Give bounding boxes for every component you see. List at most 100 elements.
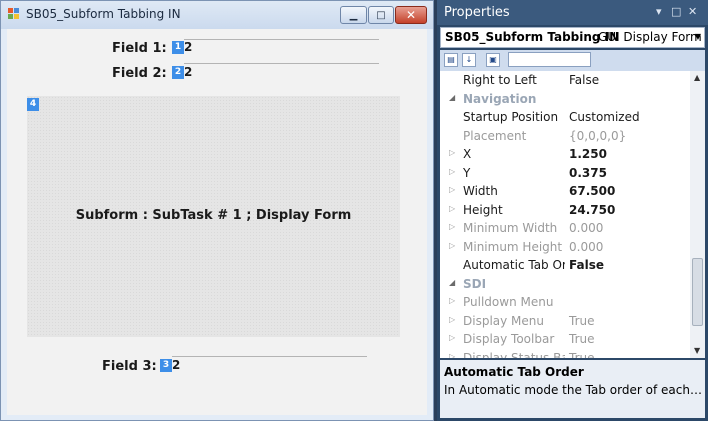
description-panel: Automatic Tab Order In Automatic mode th… [440, 360, 705, 418]
property-row[interactable]: Placement {0,0,0,0} [440, 127, 705, 146]
property-value[interactable]: 1.250 [569, 147, 607, 161]
property-name: Startup Position [463, 110, 559, 124]
scroll-down-icon[interactable]: ▼ [694, 346, 700, 355]
property-value[interactable]: False [569, 73, 599, 87]
property-value[interactable]: Customized [569, 110, 640, 124]
property-name: Right to Left [463, 73, 537, 87]
property-row[interactable]: ▷ Minimum Width 0.000 [440, 219, 705, 238]
maximize-icon: □ [376, 9, 386, 21]
pane-restore-icon[interactable]: □ [671, 5, 681, 18]
field-3-tab-order-badge[interactable]: 3 [160, 359, 172, 372]
property-value[interactable]: 0.000 [569, 240, 603, 254]
expand-icon[interactable]: ▷ [449, 333, 455, 342]
categorized-view-icon[interactable]: ▤ [444, 53, 458, 67]
expand-icon[interactable]: ▷ [449, 204, 455, 213]
property-value[interactable]: True [569, 351, 595, 359]
scroll-up-icon[interactable]: ▲ [694, 73, 700, 82]
property-row[interactable]: ▷ X 1.250 [440, 145, 705, 164]
expand-icon[interactable]: ▷ [449, 222, 455, 231]
property-grid: Right to Left False ◢ Navigation Startup Pos… [440, 71, 705, 358]
properties-pane: Properties ▾ □ ✕ SB05_Subform Tabbing IN… [437, 0, 708, 421]
field-1-tab-order-badge[interactable]: 1 [172, 41, 184, 54]
property-name: Navigation [463, 91, 537, 106]
property-value[interactable]: 24.750 [569, 203, 615, 217]
description-title: Automatic Tab Order [444, 365, 584, 379]
form-title-bar[interactable]: SB05_Subform Tabbing IN ▁ □ ✕ [1, 1, 433, 29]
property-name: Y [463, 165, 471, 180]
property-name: Display Status Bar [463, 350, 565, 359]
field-2-underline [184, 63, 379, 64]
field-3-label: Field 3: [102, 359, 157, 374]
expand-icon[interactable]: ▷ [449, 167, 455, 176]
property-row[interactable]: ▷ Display Menu True [440, 312, 705, 331]
property-name: SDI [463, 276, 487, 291]
property-category[interactable]: ◢ Navigation [440, 90, 705, 109]
property-name: Automatic Tab Ord [463, 258, 565, 272]
chevron-down-icon: ▼ [694, 32, 701, 41]
field-2-input[interactable]: 2 [184, 65, 192, 79]
expand-icon[interactable]: ▷ [449, 148, 455, 157]
field-3-input[interactable]: 2 [172, 358, 180, 372]
property-name: Placement [463, 128, 527, 143]
object-selector-dropdown[interactable]: SB05_Subform Tabbing IN GUI Display Form… [440, 27, 705, 48]
minimize-icon: ▁ [349, 9, 358, 21]
property-name: Minimum Width [463, 221, 558, 235]
property-name: Minimum Height [463, 239, 563, 254]
property-pages-icon[interactable]: ▣ [486, 53, 500, 67]
field-1-input[interactable]: 2 [184, 40, 192, 54]
expand-icon[interactable]: ▷ [449, 241, 455, 250]
property-row[interactable]: ▷ Y 0.375 [440, 164, 705, 183]
property-name: X [463, 147, 472, 161]
close-button[interactable]: ✕ [395, 6, 427, 24]
property-row[interactable]: ▷ Width 67.500 [440, 182, 705, 201]
subform-area[interactable]: 4 Subform : SubTask # 1 ; Display Form [27, 96, 400, 337]
expand-icon[interactable]: ▷ [449, 296, 455, 305]
property-name: Height [463, 202, 503, 217]
property-row[interactable]: ▷ Display Toolbar True [440, 330, 705, 349]
field-1-underline [184, 39, 379, 40]
scroll-thumb[interactable] [692, 258, 703, 326]
property-value[interactable]: False [569, 258, 604, 272]
alphabetical-view-icon[interactable]: ↓ [462, 53, 476, 67]
field-3-underline [172, 356, 367, 357]
property-value[interactable]: True [569, 314, 595, 328]
selected-object-name: SB05_Subform Tabbing IN [445, 30, 620, 44]
property-row[interactable]: ▷ Minimum Height 0.000 [440, 238, 705, 257]
property-value[interactable]: 0.000 [569, 221, 603, 235]
expand-icon[interactable]: ▷ [449, 315, 455, 324]
property-category[interactable]: ◢ SDI [440, 275, 705, 294]
property-name: Display Menu [463, 313, 544, 328]
minimize-button[interactable]: ▁ [340, 6, 367, 24]
subform-tab-order-badge[interactable]: 4 [27, 98, 39, 111]
properties-title: Properties [444, 5, 510, 20]
property-value[interactable]: 0.375 [569, 166, 607, 180]
expand-icon[interactable]: ▷ [449, 185, 455, 194]
collapse-icon[interactable]: ◢ [449, 278, 455, 287]
properties-toolbar: ▤ ↓ ▣ [440, 50, 705, 71]
property-grid-scrollbar[interactable]: ▲ ▼ [690, 71, 705, 358]
property-name: Width [463, 184, 498, 198]
form-title: SB05_Subform Tabbing IN [26, 7, 181, 21]
property-row[interactable]: Right to Left False [440, 71, 705, 90]
selected-object-type: GUI Display Form [598, 30, 702, 44]
property-row[interactable]: Automatic Tab Ord False [440, 256, 705, 275]
property-name: Pulldown Menu [463, 295, 554, 309]
property-value[interactable]: True [569, 332, 595, 346]
pane-close-icon[interactable]: ✕ [688, 5, 697, 18]
expand-icon[interactable]: ▷ [449, 352, 455, 359]
property-search-input[interactable] [508, 52, 591, 67]
property-value[interactable]: {0,0,0,0} [569, 129, 626, 143]
collapse-icon[interactable]: ◢ [449, 93, 455, 102]
form-client-area: Field 1: 1 2 Field 2: 2 2 4 Subform : Su… [7, 29, 427, 415]
maximize-button[interactable]: □ [368, 6, 394, 24]
property-row[interactable]: ▷ Pulldown Menu [440, 293, 705, 312]
form-window: SB05_Subform Tabbing IN ▁ □ ✕ Field 1: 1… [0, 0, 434, 421]
field-1-label: Field 1: [112, 41, 167, 56]
field-2-tab-order-badge[interactable]: 2 [172, 66, 184, 79]
property-row[interactable]: Startup Position Customized [440, 108, 705, 127]
pane-dropdown-icon[interactable]: ▾ [656, 5, 662, 18]
property-row[interactable]: ▷ Display Status Bar True [440, 349, 705, 359]
properties-title-bar[interactable]: Properties ▾ □ ✕ [437, 0, 708, 25]
property-row[interactable]: ▷ Height 24.750 [440, 201, 705, 220]
property-value[interactable]: 67.500 [569, 184, 615, 198]
